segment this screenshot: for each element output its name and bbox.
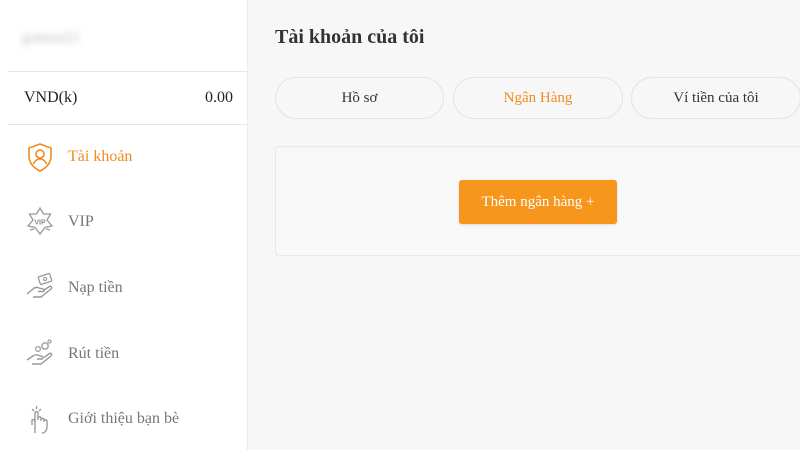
balance-currency-label: VND(k) bbox=[24, 89, 78, 106]
add-bank-button[interactable]: Thêm ngân hàng + bbox=[459, 180, 617, 224]
main-content: Tài khoản của tôi Hồ sơ Ngân Hàng Ví tiề… bbox=[248, 0, 800, 450]
deposit-hand-icon bbox=[24, 272, 56, 304]
sidebar-item-account[interactable]: Tài khoản bbox=[24, 141, 234, 175]
withdraw-hand-icon bbox=[24, 338, 56, 370]
page-title: Tài khoản của tôi bbox=[275, 26, 425, 48]
sidebar-item-label: Giới thiệu bạn bè bbox=[68, 410, 180, 427]
username: gotmai23 bbox=[22, 30, 79, 46]
sidebar-item-label: Nạp tiền bbox=[68, 279, 123, 296]
tab-bank[interactable]: Ngân Hàng bbox=[453, 77, 623, 119]
sidebar-item-vip[interactable]: VIP VIP bbox=[24, 206, 234, 240]
account-shield-icon bbox=[24, 141, 56, 173]
sidebar-item-refer-friends[interactable]: Giới thiệu bạn bè bbox=[24, 403, 234, 437]
sidebar-item-label: VIP bbox=[68, 213, 94, 230]
balance-value: 0.00 bbox=[205, 89, 233, 106]
refer-friends-icon bbox=[24, 403, 56, 435]
tab-my-wallet[interactable]: Ví tiền của tôi bbox=[631, 77, 800, 119]
divider bbox=[8, 71, 247, 72]
vip-badge-icon: VIP bbox=[24, 206, 56, 238]
sidebar-item-withdraw[interactable]: Rút tiền bbox=[24, 338, 234, 372]
bank-panel: Thêm ngân hàng + bbox=[275, 146, 800, 256]
tab-profile[interactable]: Hồ sơ bbox=[275, 77, 444, 119]
divider bbox=[8, 124, 247, 125]
sidebar-item-label: Rút tiền bbox=[68, 345, 120, 362]
sidebar-item-deposit[interactable]: Nạp tiền bbox=[24, 272, 234, 306]
svg-text:VIP: VIP bbox=[34, 220, 46, 227]
sidebar: gotmai23 VND(k) 0.00 Tài khoản VIP VIP N… bbox=[0, 0, 248, 450]
sidebar-item-label: Tài khoản bbox=[68, 148, 133, 165]
